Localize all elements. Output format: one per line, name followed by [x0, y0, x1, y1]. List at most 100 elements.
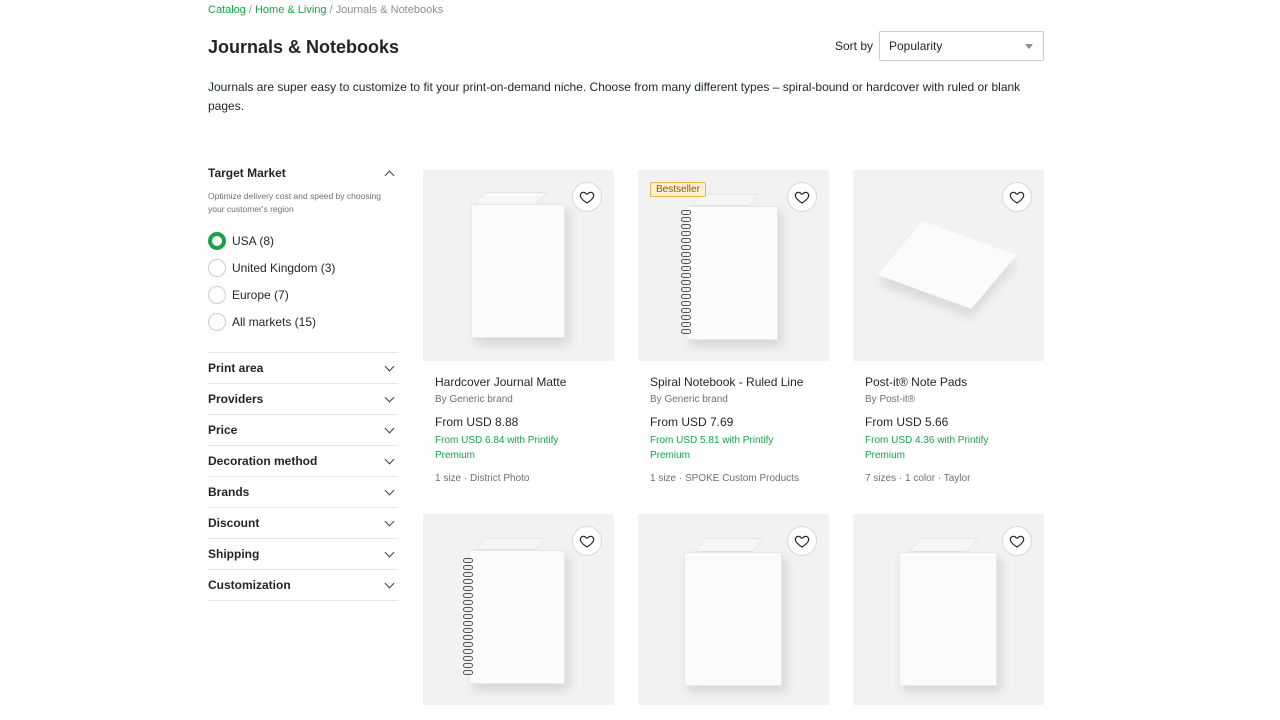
- radio-label: All markets (15): [232, 314, 317, 329]
- chevron-down-icon: [384, 547, 395, 557]
- filter-label: Price: [208, 423, 238, 437]
- product-title[interactable]: Spiral Notebook - Ruled Line: [638, 375, 829, 389]
- product-title[interactable]: Hardcover Journal Matte: [423, 375, 614, 389]
- favorite-button[interactable]: [787, 182, 817, 212]
- filter-label: Providers: [208, 392, 264, 406]
- filter-sidebar: Target Market Optimize delivery cost and…: [208, 164, 398, 335]
- bestseller-badge: Bestseller: [650, 182, 706, 197]
- radio-option-all-markets[interactable]: All markets (15): [208, 308, 398, 335]
- product-card[interactable]: Hardcover Journal Matte By Generic brand…: [423, 170, 614, 484]
- chevron-down-icon: [384, 454, 395, 464]
- product-premium-price: From USD 4.36 with Printify Premium: [865, 435, 989, 461]
- radio-option-usa[interactable]: USA (8): [208, 227, 398, 254]
- filter-label: Decoration method: [208, 454, 318, 468]
- filter-customization[interactable]: Customization: [208, 570, 398, 601]
- product-card[interactable]: [853, 514, 1044, 705]
- product-image[interactable]: [423, 170, 614, 361]
- product-meta: 1 size · District Photo: [435, 473, 530, 484]
- filter-brands[interactable]: Brands: [208, 477, 398, 508]
- chevron-down-icon: [384, 392, 395, 402]
- hardcover-journal-image: [471, 204, 565, 338]
- filter-accordion: Print area Providers Price Decoration me…: [208, 352, 398, 601]
- chevron-down-icon: [384, 578, 395, 588]
- chevron-down-icon: [384, 485, 395, 495]
- radio-label: Europe (7): [232, 287, 289, 302]
- product-brand: By Generic brand: [650, 394, 728, 405]
- radio-label: USA (8): [232, 233, 275, 248]
- sort-label: Sort by: [835, 39, 874, 53]
- sort-select[interactable]: Popularity: [879, 31, 1044, 61]
- radio-button[interactable]: [208, 258, 226, 277]
- heart-icon: [579, 191, 595, 204]
- radio-button-checked[interactable]: [208, 231, 226, 250]
- filter-label: Print area: [208, 361, 264, 375]
- breadcrumb-link-home-living[interactable]: Home & Living: [255, 4, 327, 16]
- filter-label: Shipping: [208, 547, 260, 561]
- filter-price[interactable]: Price: [208, 415, 398, 446]
- product-premium-price: From USD 5.81 with Printify Premium: [650, 435, 774, 461]
- product-price: From USD 8.88: [435, 415, 519, 429]
- product-card[interactable]: [423, 514, 614, 705]
- filter-shipping[interactable]: Shipping: [208, 539, 398, 570]
- filter-label: Customization: [208, 578, 291, 592]
- product-card[interactable]: [638, 514, 829, 705]
- favorite-button[interactable]: [572, 182, 602, 212]
- product-image[interactable]: [853, 514, 1044, 705]
- product-image[interactable]: [423, 514, 614, 705]
- filter-print-area[interactable]: Print area: [208, 353, 398, 384]
- product-meta: 1 size · SPOKE Custom Products: [650, 473, 799, 484]
- filter-providers[interactable]: Providers: [208, 384, 398, 415]
- product-meta: 7 sizes · 1 color · Taylor: [865, 473, 971, 484]
- chevron-down-icon: [384, 423, 395, 433]
- breadcrumb-link-catalog[interactable]: Catalog: [208, 4, 246, 16]
- breadcrumb-separator: /: [329, 4, 333, 16]
- caret-down-icon: [1025, 44, 1033, 49]
- favorite-button[interactable]: [1002, 526, 1032, 556]
- filter-decoration-method[interactable]: Decoration method: [208, 446, 398, 477]
- chevron-up-icon: [384, 170, 395, 180]
- filter-label: Brands: [208, 485, 250, 499]
- radio-button[interactable]: [208, 312, 226, 331]
- chevron-down-icon: [384, 361, 395, 371]
- target-market-hint: Optimize delivery cost and speed by choo…: [208, 191, 381, 214]
- product-card[interactable]: Post-it® Note Pads By Post-it® From USD …: [853, 170, 1044, 484]
- target-market-options: USA (8) United Kingdom (3) Europe (7) Al…: [208, 227, 398, 335]
- spiral-notebook-image: [686, 206, 778, 340]
- heart-icon: [794, 191, 810, 204]
- radio-option-united-kingdom[interactable]: United Kingdom (3): [208, 254, 398, 281]
- heart-icon: [1009, 535, 1025, 548]
- product-price: From USD 5.66: [865, 415, 949, 429]
- heart-icon: [579, 535, 595, 548]
- journal-cover-top: [909, 538, 979, 552]
- product-brand: By Generic brand: [435, 394, 513, 405]
- spiral-binding: [463, 558, 473, 677]
- filter-label: Discount: [208, 516, 260, 530]
- notebook-cover-top: [475, 538, 547, 550]
- favorite-button[interactable]: [1002, 182, 1032, 212]
- sort-value: Popularity: [889, 39, 943, 53]
- heart-icon: [794, 535, 810, 548]
- page-title: Journals & Notebooks: [208, 37, 400, 57]
- page-description: Journals are super easy to customize to …: [208, 80, 1021, 113]
- radio-option-europe[interactable]: Europe (7): [208, 281, 398, 308]
- journal-image: [684, 552, 782, 686]
- target-market-header[interactable]: Target Market: [208, 164, 398, 182]
- product-image[interactable]: [853, 170, 1044, 361]
- spiral-notebook-image: [469, 550, 565, 684]
- product-title[interactable]: Post-it® Note Pads: [853, 375, 1044, 389]
- product-image[interactable]: [638, 514, 829, 705]
- filter-discount[interactable]: Discount: [208, 508, 398, 539]
- heart-icon: [1009, 191, 1025, 204]
- target-market-title: Target Market: [208, 166, 286, 180]
- spiral-binding: [681, 210, 691, 336]
- breadcrumb-separator: /: [248, 4, 252, 16]
- radio-button[interactable]: [208, 285, 226, 304]
- product-card[interactable]: Bestseller Spiral Notebook - Ruled Line …: [638, 170, 829, 484]
- product-premium-price: From USD 6.84 with Printify Premium: [435, 435, 559, 461]
- product-price: From USD 7.69: [650, 415, 734, 429]
- chevron-down-icon: [384, 516, 395, 526]
- journal-cover-top: [694, 538, 764, 552]
- favorite-button[interactable]: [572, 526, 602, 556]
- favorite-button[interactable]: [787, 526, 817, 556]
- product-image[interactable]: Bestseller: [638, 170, 829, 361]
